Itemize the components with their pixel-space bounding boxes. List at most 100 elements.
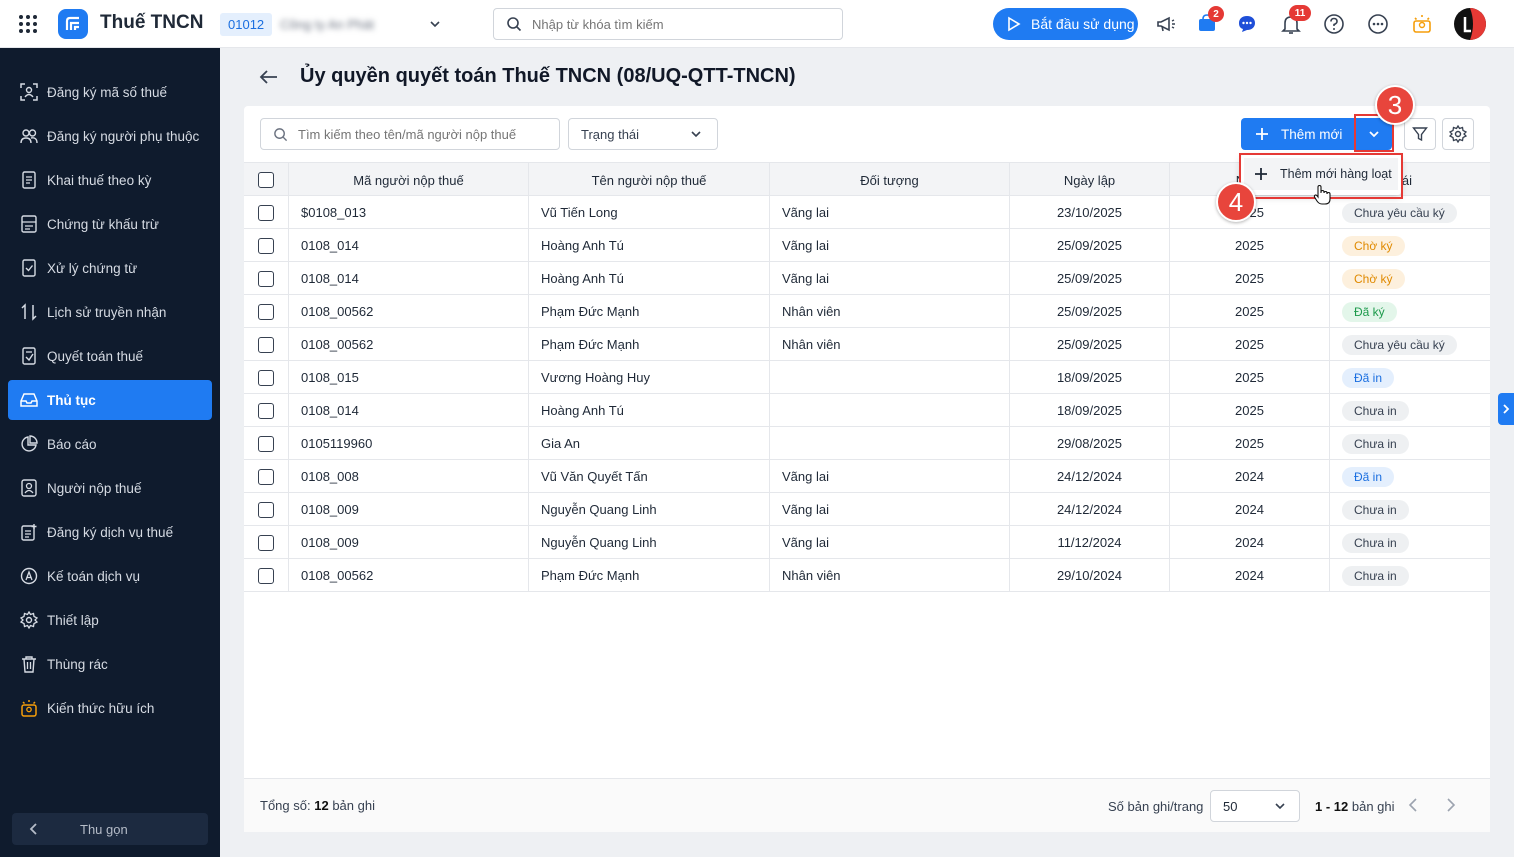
cell-name: Vũ Văn Quyết Tấn bbox=[529, 460, 770, 493]
notification-badge: 11 bbox=[1289, 5, 1311, 21]
column-header-code[interactable]: Mã người nộp thuế bbox=[289, 163, 529, 197]
cell-year: 2025 bbox=[1170, 394, 1330, 427]
page-title: Ủy quyền quyết toán Thuế TNCN (08/UQ-QTT… bbox=[300, 65, 796, 87]
table-row[interactable]: 0108_014 Hoàng Anh Tú 18/09/2025 2025 Chưa i… bbox=[244, 394, 1490, 427]
table-row[interactable]: $0108_013Vũ Tiến LongVãng lai23/10/20252… bbox=[244, 196, 1490, 229]
row-checkbox[interactable] bbox=[258, 402, 274, 419]
search-icon bbox=[507, 17, 522, 32]
table-settings-button[interactable] bbox=[1442, 118, 1474, 150]
row-select-cell bbox=[244, 526, 289, 559]
company-name: Công ty An Phát bbox=[280, 16, 375, 32]
cell-code: 0108_015 bbox=[289, 361, 529, 394]
row-checkbox[interactable] bbox=[258, 501, 274, 518]
filter-button[interactable] bbox=[1404, 118, 1436, 150]
sidebar-item-khai-thue[interactable]: Khai thuế theo kỳ bbox=[8, 160, 212, 200]
tax-code: 01012 bbox=[220, 12, 273, 36]
knowledge-icon bbox=[21, 700, 37, 717]
transfer-icon bbox=[21, 303, 37, 321]
table-row[interactable]: 0108_00562 Phạm Đức Mạnh Nhân viên 25/09/20… bbox=[244, 295, 1490, 328]
cell-code: 0108_014 bbox=[289, 394, 529, 427]
status-badge: Đã in bbox=[1342, 466, 1395, 487]
sidebar-item-dang-ky-mst[interactable]: Đăng ký mã số thuế bbox=[8, 72, 212, 112]
sidebar-item-quyet-toan[interactable]: Quyết toán thuế bbox=[8, 336, 212, 376]
select-all-checkbox[interactable] bbox=[258, 172, 274, 188]
row-checkbox[interactable] bbox=[258, 567, 274, 584]
sidebar-item-lich-su[interactable]: Lịch sử truyền nhận bbox=[8, 292, 212, 332]
megaphone-icon[interactable] bbox=[1151, 9, 1181, 39]
add-new-button[interactable]: Thêm mới bbox=[1241, 118, 1355, 150]
range-suffix: bản ghi bbox=[1351, 799, 1395, 814]
sidebar-item-bao-cao[interactable]: Báo cáo bbox=[8, 424, 212, 464]
cell-type: Nhân viên bbox=[770, 328, 1010, 361]
avatar[interactable] bbox=[1454, 8, 1486, 40]
prev-page-icon[interactable] bbox=[1406, 796, 1422, 814]
cell-code: 0108_00562 bbox=[289, 295, 529, 328]
next-page-icon[interactable] bbox=[1442, 796, 1458, 814]
row-checkbox[interactable] bbox=[258, 204, 274, 221]
chat-icon[interactable] bbox=[1232, 9, 1262, 39]
cell-date: 18/09/2025 bbox=[1010, 394, 1170, 427]
cell-type: Vãng lai bbox=[770, 196, 1010, 229]
column-header-type[interactable]: Đối tượng bbox=[770, 163, 1010, 197]
row-checkbox[interactable] bbox=[258, 435, 274, 452]
sidebar-item-thu-tuc[interactable]: Thủ tục bbox=[8, 380, 212, 420]
sidebar-item-ke-toan-dich-vu[interactable]: Kế toán dịch vụ bbox=[8, 556, 212, 596]
cell-type bbox=[770, 361, 1010, 394]
cell-name: Vũ Tiến Long bbox=[529, 196, 770, 229]
sidebar-item-label: Báo cáo bbox=[47, 436, 97, 452]
global-search[interactable] bbox=[493, 8, 843, 40]
row-checkbox[interactable] bbox=[258, 534, 274, 551]
taxpayer-search[interactable] bbox=[260, 118, 560, 150]
sidebar-item-thiet-lap[interactable]: Thiết lập bbox=[8, 600, 212, 640]
table-row[interactable]: 0105119960 Gia An 29/08/2025 2025 Chưa in bbox=[244, 427, 1490, 460]
sidebar-item-nguoi-nop-thue[interactable]: Người nộp thuế bbox=[8, 468, 212, 508]
back-arrow-icon[interactable] bbox=[258, 66, 280, 88]
row-checkbox[interactable] bbox=[258, 336, 274, 353]
step-4-marker: 4 bbox=[1216, 182, 1256, 222]
status-badge: Chưa in bbox=[1342, 532, 1409, 553]
cell-date: 29/08/2025 bbox=[1010, 427, 1170, 460]
status-filter[interactable]: Trạng thái bbox=[568, 118, 718, 150]
row-checkbox[interactable] bbox=[258, 369, 274, 386]
collapse-sidebar-button[interactable]: Thu gọn bbox=[12, 813, 208, 845]
help-icon[interactable] bbox=[1319, 9, 1349, 39]
row-checkbox[interactable] bbox=[258, 237, 274, 254]
table-row[interactable]: 0108_014 Hoàng Anh Tú Vãng lai 25/09/2025 20… bbox=[244, 229, 1490, 262]
sidebar-item-dang-ky-npt[interactable]: Đăng ký người phụ thuộc bbox=[8, 116, 212, 156]
table-row[interactable]: 0108_014 Hoàng Anh Tú Vãng lai 25/09/2025 20… bbox=[244, 262, 1490, 295]
sidebar-item-dang-ky-dich-vu[interactable]: Đăng ký dịch vụ thuế bbox=[8, 512, 212, 552]
start-using-button[interactable]: Bắt đầu sử dụng bbox=[993, 8, 1138, 40]
column-header-name[interactable]: Tên người nộp thuế bbox=[529, 163, 770, 197]
status-badge: Đã ký bbox=[1342, 301, 1397, 322]
cell-status: Đã in bbox=[1330, 460, 1490, 493]
per-page-select[interactable]: 50 bbox=[1210, 790, 1300, 822]
cell-code: 0105119960 bbox=[289, 427, 529, 460]
more-icon[interactable] bbox=[1363, 9, 1393, 39]
table-row[interactable]: 0108_009 Nguyễn Quang Linh Vãng lai 24/12/2… bbox=[244, 493, 1490, 526]
row-checkbox[interactable] bbox=[258, 468, 274, 485]
sidebar-item-chung-tu-khau-tru[interactable]: Chứng từ khấu trừ bbox=[8, 204, 212, 244]
sidebar-item-label: Chứng từ khấu trừ bbox=[47, 216, 159, 232]
knowledge-icon[interactable] bbox=[1407, 9, 1437, 39]
sidebar-item-xu-ly-chung-tu[interactable]: Xử lý chứng từ bbox=[8, 248, 212, 288]
sidebar-item-thung-rac[interactable]: Thùng rác bbox=[8, 644, 212, 684]
table-row[interactable]: 0108_00562 Phạm Đức Mạnh Nhân viên 29/10/20… bbox=[244, 559, 1490, 592]
global-search-input[interactable] bbox=[532, 16, 812, 32]
gear-icon bbox=[20, 611, 38, 629]
sidebar-item-kien-thuc[interactable]: Kiến thức hữu ích bbox=[8, 688, 212, 728]
cell-name: Hoàng Anh Tú bbox=[529, 394, 770, 427]
row-checkbox[interactable] bbox=[258, 303, 274, 320]
cell-status: Chờ ký bbox=[1330, 229, 1490, 262]
table-row[interactable]: 0108_009 Nguyễn Quang Linh Vãng lai 11/12/2… bbox=[244, 526, 1490, 559]
right-panel-toggle[interactable] bbox=[1498, 393, 1514, 425]
table-row[interactable]: 0108_015 Vương Hoàng Huy 18/09/2025 2025 Đã … bbox=[244, 361, 1490, 394]
table-row[interactable]: 0108_008 Vũ Văn Quyết Tấn Vãng lai 24/12/20… bbox=[244, 460, 1490, 493]
row-checkbox[interactable] bbox=[258, 270, 274, 287]
add-new-label: Thêm mới bbox=[1281, 126, 1343, 142]
company-selector[interactable]: 01012 Công ty An Phát bbox=[220, 10, 442, 38]
app-grid-icon[interactable] bbox=[18, 14, 38, 34]
table-row[interactable]: 0108_00562 Phạm Đức Mạnh Nhân viên 25/09/20… bbox=[244, 328, 1490, 361]
taxpayer-search-input[interactable] bbox=[298, 126, 548, 142]
column-header-date[interactable]: Ngày lập bbox=[1010, 163, 1170, 197]
cell-type: Vãng lai bbox=[770, 460, 1010, 493]
